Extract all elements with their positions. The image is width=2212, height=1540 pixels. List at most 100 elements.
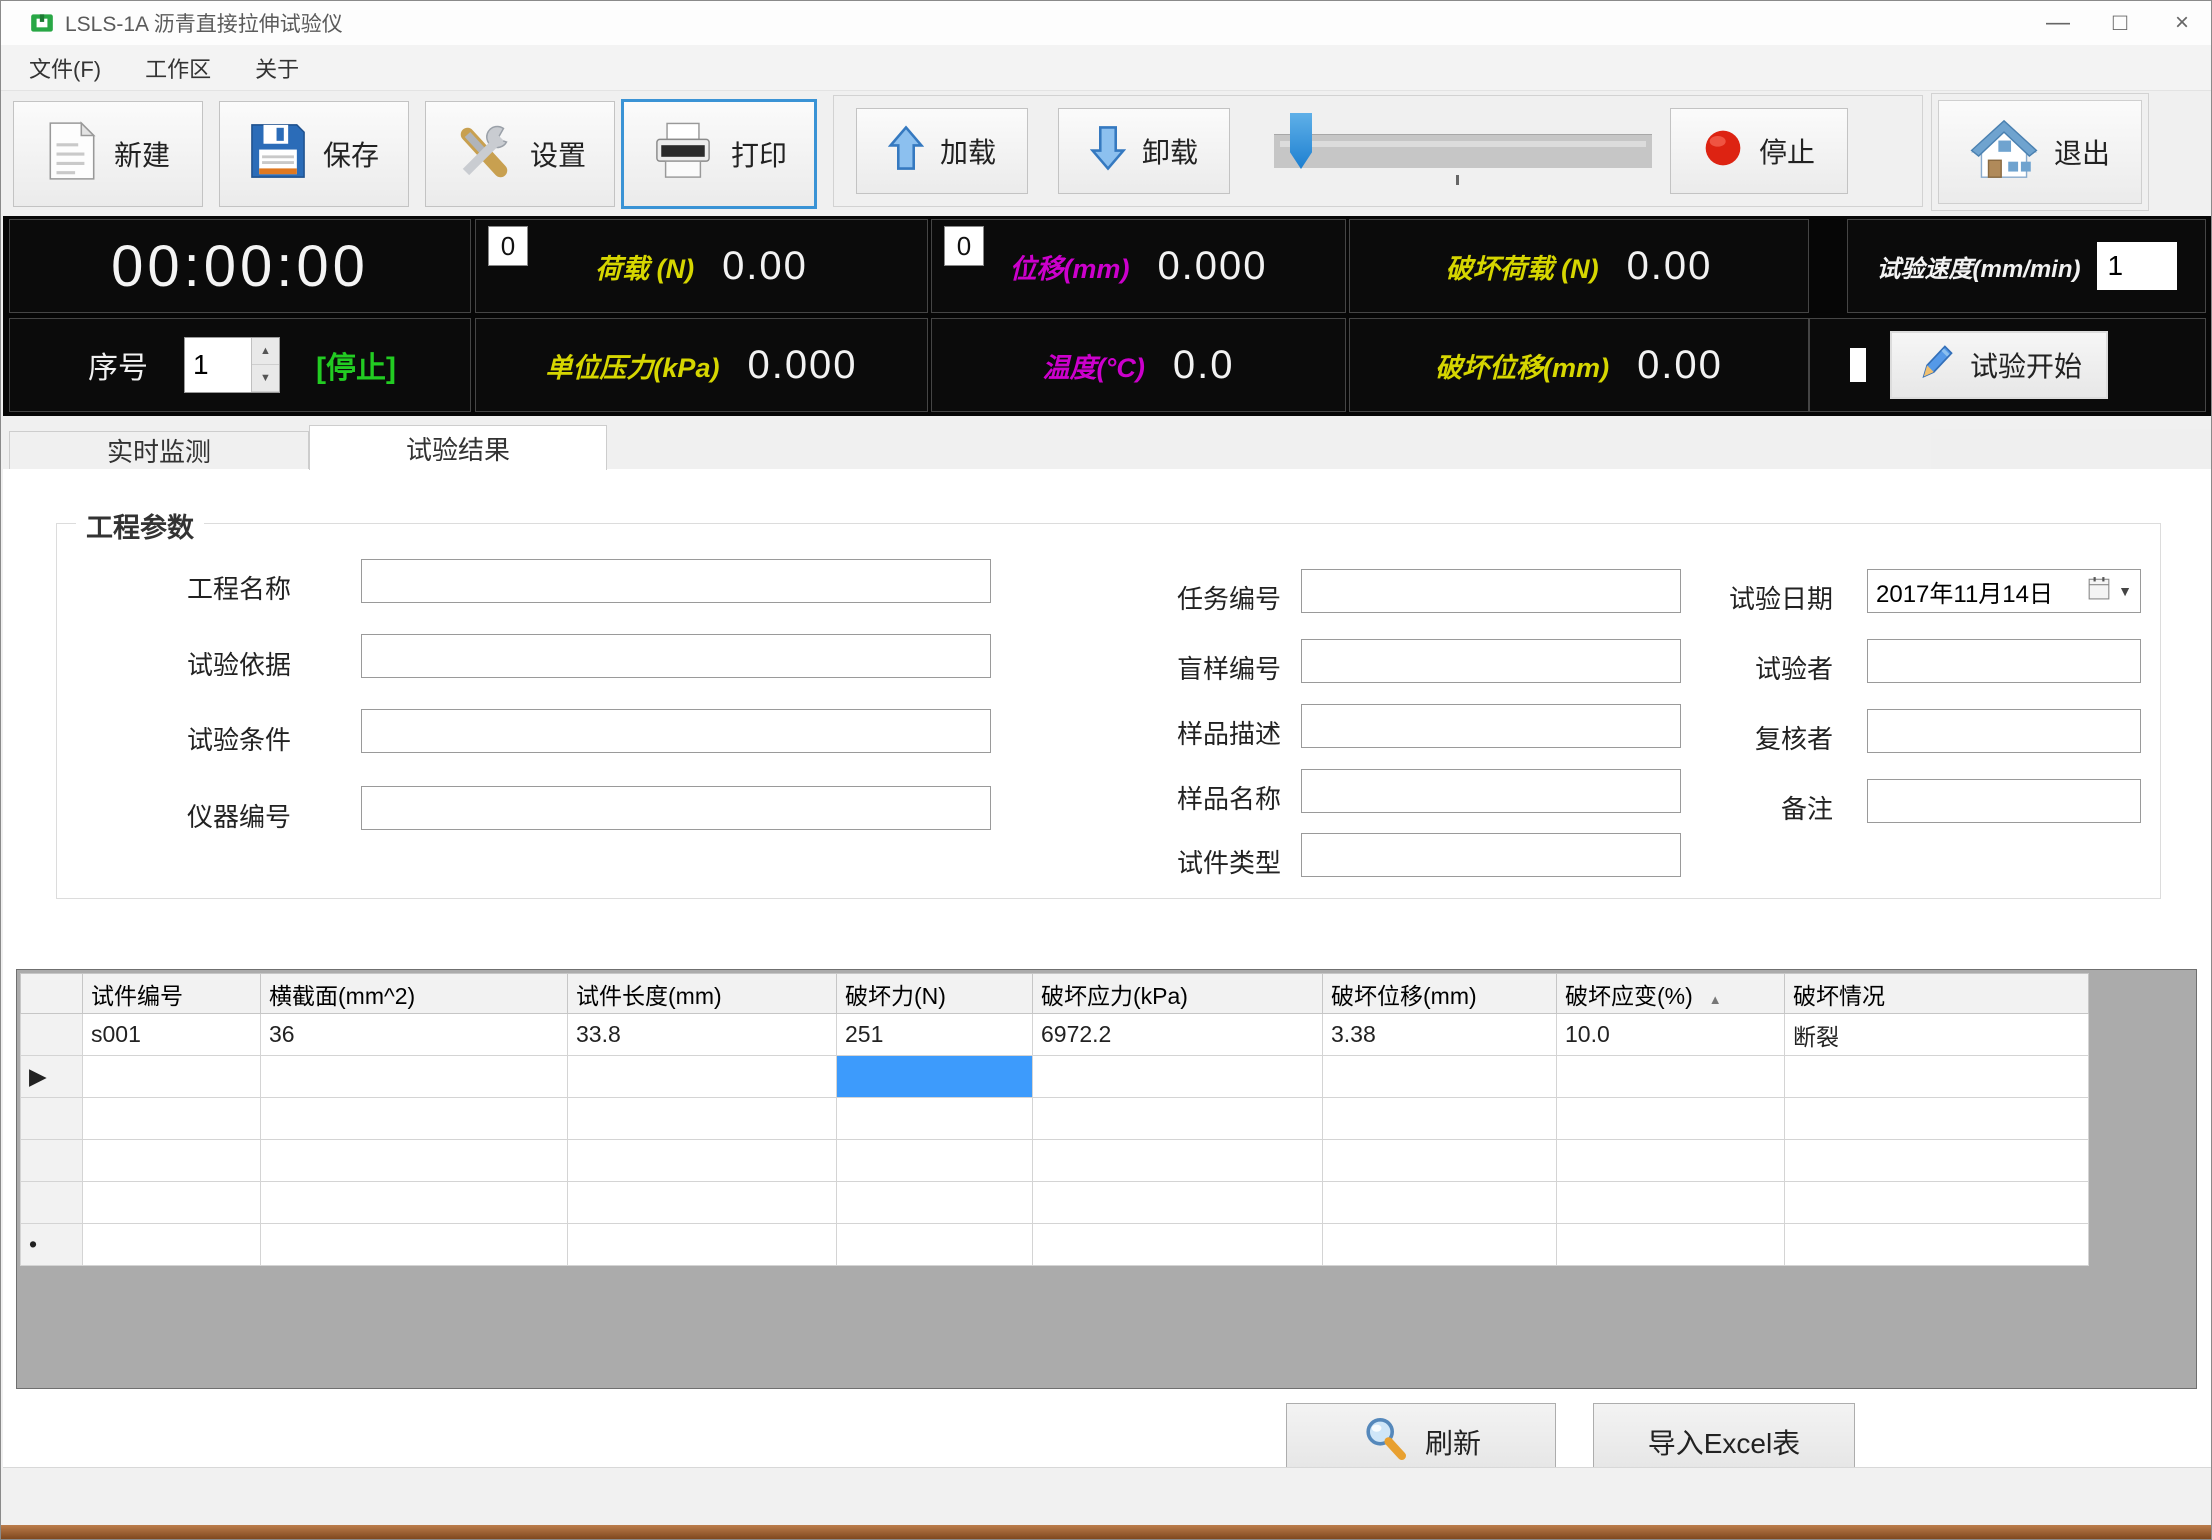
col-break-strain[interactable]: 破坏应变(%)▲ [1557, 974, 1785, 1014]
empty-cell[interactable] [837, 1224, 1033, 1266]
empty-cell[interactable] [837, 1098, 1033, 1140]
speed-slider-thumb[interactable] [1290, 113, 1312, 169]
empty-cell[interactable] [1785, 1056, 2089, 1098]
close-button[interactable]: × [2151, 3, 2212, 43]
empty-cell[interactable] [837, 1182, 1033, 1224]
selected-cell[interactable] [837, 1056, 1033, 1098]
empty-cell[interactable] [1323, 1182, 1557, 1224]
cell-specimen-length[interactable]: 33.8 [568, 1014, 837, 1056]
col-specimen-no[interactable]: 试件编号 [83, 974, 261, 1014]
task-no-input[interactable] [1301, 569, 1681, 613]
empty-cell[interactable] [1785, 1182, 2089, 1224]
stepper-up-icon[interactable]: ▲ [252, 338, 279, 365]
instrument-no-input[interactable] [361, 786, 991, 830]
empty-cell[interactable] [1557, 1224, 1785, 1266]
empty-cell[interactable] [1033, 1098, 1323, 1140]
cell-break-strain[interactable]: 10.0 [1557, 1014, 1785, 1056]
row-selector[interactable] [21, 1140, 83, 1182]
tab-test-results[interactable]: 试验结果 [309, 425, 607, 470]
test-speed-input[interactable] [2097, 242, 2177, 290]
menu-file[interactable]: 文件(F) [29, 52, 101, 84]
speed-slider-track[interactable] [1274, 134, 1652, 168]
empty-cell[interactable] [1033, 1224, 1323, 1266]
empty-cell[interactable] [83, 1140, 261, 1182]
empty-cell[interactable] [568, 1224, 837, 1266]
empty-cell[interactable] [1033, 1182, 1323, 1224]
empty-cell[interactable] [83, 1182, 261, 1224]
print-button[interactable]: 打印 [621, 99, 817, 209]
new-button[interactable]: 新建 [13, 101, 203, 207]
col-specimen-length[interactable]: 试件长度(mm) [568, 974, 837, 1014]
cell-specimen-no[interactable]: s001 [83, 1014, 261, 1056]
empty-cell[interactable] [1785, 1140, 2089, 1182]
row-selector[interactable] [21, 1098, 83, 1140]
sample-desc-input[interactable] [1301, 704, 1681, 748]
date-dropdown-icon[interactable]: ▼ [2118, 583, 2132, 599]
col-break-force[interactable]: 破坏力(N) [837, 974, 1033, 1014]
stepper-down-icon[interactable]: ▼ [252, 365, 279, 392]
test-basis-input[interactable] [361, 634, 991, 678]
reviewer-input[interactable] [1867, 709, 2141, 753]
empty-cell[interactable] [1033, 1140, 1323, 1182]
empty-cell[interactable] [261, 1056, 568, 1098]
cell-cross-section[interactable]: 36 [261, 1014, 568, 1056]
empty-cell[interactable] [1557, 1056, 1785, 1098]
exit-button[interactable]: 退出 [1938, 100, 2142, 204]
empty-cell[interactable] [1785, 1224, 2089, 1266]
empty-cell[interactable] [568, 1098, 837, 1140]
empty-cell[interactable] [568, 1056, 837, 1098]
empty-cell[interactable] [1557, 1182, 1785, 1224]
empty-cell[interactable] [1323, 1098, 1557, 1140]
new-row-selector[interactable]: • [21, 1224, 83, 1266]
sequence-stepper[interactable]: ▲ ▼ [184, 337, 280, 393]
col-cross-section[interactable]: 横截面(mm^2) [261, 974, 568, 1014]
cell-break-displacement[interactable]: 3.38 [1323, 1014, 1557, 1056]
empty-cell[interactable] [83, 1224, 261, 1266]
cell-break-stress[interactable]: 6972.2 [1033, 1014, 1323, 1056]
tab-realtime-monitor[interactable]: 实时监测 [9, 431, 309, 469]
col-break-displacement[interactable]: 破坏位移(mm) [1323, 974, 1557, 1014]
col-break-stress[interactable]: 破坏应力(kPa) [1033, 974, 1323, 1014]
empty-cell[interactable] [1033, 1056, 1323, 1098]
sequence-input[interactable] [185, 338, 251, 392]
sample-name-input[interactable] [1301, 769, 1681, 813]
row-header-corner[interactable] [21, 974, 83, 1014]
unload-button[interactable]: 卸载 [1058, 108, 1230, 194]
empty-cell[interactable] [568, 1140, 837, 1182]
start-test-button[interactable]: 试验开始 [1890, 331, 2108, 399]
empty-cell[interactable] [83, 1098, 261, 1140]
remark-input[interactable] [1867, 779, 2141, 823]
col-break-condition[interactable]: 破坏情况 [1785, 974, 2089, 1014]
empty-cell[interactable] [837, 1140, 1033, 1182]
cell-break-condition[interactable]: 断裂 [1785, 1014, 2089, 1056]
empty-cell[interactable] [1323, 1056, 1557, 1098]
empty-cell[interactable] [261, 1098, 568, 1140]
minimize-button[interactable]: — [2027, 3, 2089, 43]
specimen-type-input[interactable] [1301, 833, 1681, 877]
empty-cell[interactable] [261, 1182, 568, 1224]
settings-button[interactable]: 设置 [425, 101, 615, 207]
save-button[interactable]: 保存 [219, 101, 409, 207]
tester-input[interactable] [1867, 639, 2141, 683]
maximize-button[interactable]: □ [2089, 3, 2151, 43]
empty-cell[interactable] [1323, 1224, 1557, 1266]
test-condition-input[interactable] [361, 709, 991, 753]
empty-cell[interactable] [568, 1182, 837, 1224]
stop-button[interactable]: 停止 [1670, 108, 1848, 194]
blind-sample-no-input[interactable] [1301, 639, 1681, 683]
empty-cell[interactable] [1785, 1098, 2089, 1140]
empty-cell[interactable] [261, 1140, 568, 1182]
test-date-picker[interactable]: 2017年11月14日 ▼ [1867, 569, 2141, 613]
empty-cell[interactable] [1557, 1098, 1785, 1140]
empty-cell[interactable] [1323, 1140, 1557, 1182]
menu-workspace[interactable]: 工作区 [145, 52, 211, 84]
load-button[interactable]: 加载 [856, 108, 1028, 194]
row-selector[interactable] [21, 1182, 83, 1224]
empty-cell[interactable] [83, 1056, 261, 1098]
current-row-selector[interactable]: ▶ [21, 1056, 83, 1098]
empty-cell[interactable] [1557, 1140, 1785, 1182]
project-name-input[interactable] [361, 559, 991, 603]
menu-about[interactable]: 关于 [255, 52, 299, 84]
empty-cell[interactable] [261, 1224, 568, 1266]
cell-break-force[interactable]: 251 [837, 1014, 1033, 1056]
